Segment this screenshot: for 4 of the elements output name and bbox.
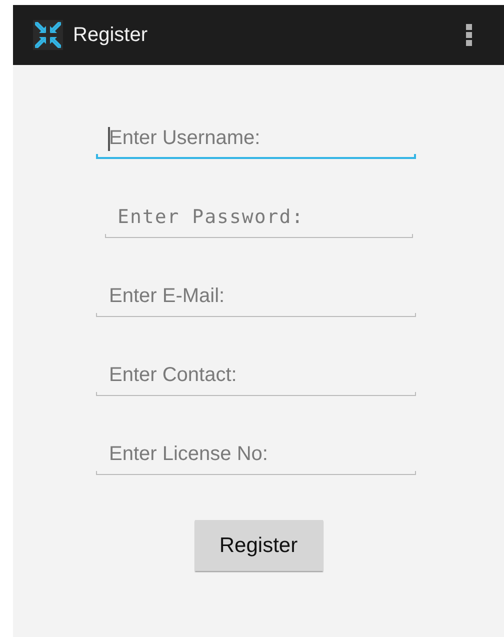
text-cursor [108,127,110,151]
arrows-icon [33,20,63,50]
register-button[interactable]: Register [194,520,322,571]
app-title: Register [73,24,148,46]
